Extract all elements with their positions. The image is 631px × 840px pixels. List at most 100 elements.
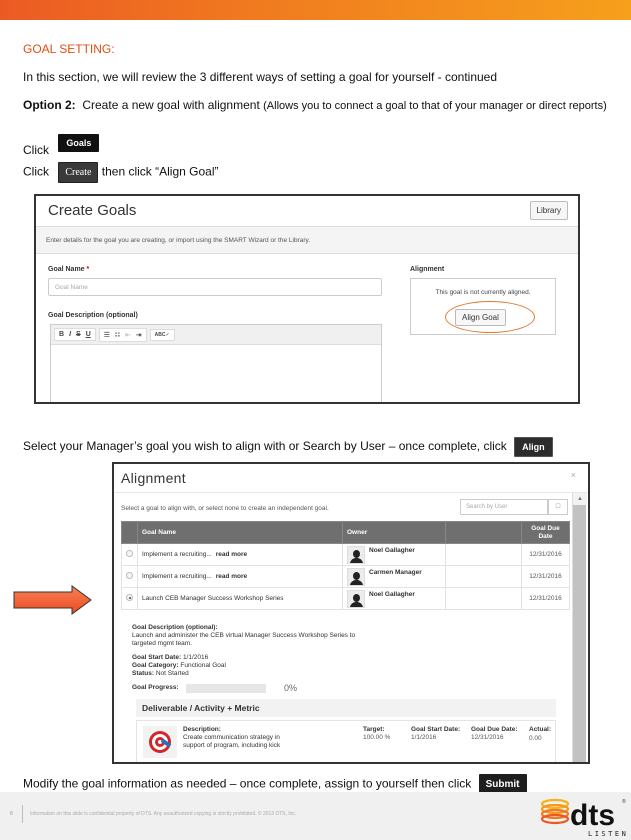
- goal-description-label: Goal Description (optional): [48, 312, 138, 319]
- option-text: Create a new goal with alignment: [82, 98, 260, 112]
- goal-name: Launch CEB Manager Success Workshop Seri…: [142, 595, 284, 602]
- select-column-header: [121, 521, 138, 544]
- list-group: ☰ ∷ ⇤ ⇥: [98, 327, 147, 342]
- highlight-oval: [445, 301, 535, 333]
- option-label: Option 2:: [23, 98, 76, 112]
- user-avatar-icon: [347, 567, 365, 586]
- step-select: Select your Manager’s goal you wish to a…: [23, 437, 553, 457]
- goal-radio[interactable]: [126, 550, 133, 557]
- alignment-modal-title: Alignment: [121, 470, 186, 486]
- strikethrough-icon[interactable]: S: [76, 331, 81, 338]
- goal-description-detail: Goal Description (optional): Launch and …: [132, 624, 356, 647]
- align-button-image: Align: [514, 437, 553, 457]
- library-button[interactable]: Library: [529, 201, 568, 220]
- alignment-label: Alignment: [410, 266, 445, 273]
- pointer-arrow-icon: [13, 585, 92, 615]
- close-icon[interactable]: ×: [571, 470, 576, 480]
- underline-icon[interactable]: U: [86, 331, 91, 338]
- spellcheck-icon[interactable]: ABC✓: [155, 332, 170, 338]
- goal-radio-selected[interactable]: [126, 594, 133, 601]
- svg-text:®: ®: [622, 798, 626, 805]
- create-button-image: Create: [58, 162, 99, 183]
- owner-name: Carmen Manager: [369, 568, 422, 576]
- intro-text: In this section, we will review the 3 di…: [23, 70, 498, 84]
- dts-logo-icon: dts ® LISTEN: [540, 798, 626, 838]
- goal-description-editor[interactable]: B I S U ☰ ∷ ⇤ ⇥ ABC✓: [50, 324, 382, 402]
- footer: 8 Information on this slide is confident…: [0, 792, 631, 840]
- goal-progress-value: 0%: [284, 683, 298, 693]
- due-date: 12/31/2016: [521, 543, 570, 566]
- table-row[interactable]: Implement a recruiting... read more Carme…: [121, 565, 570, 588]
- page-number: 8: [10, 811, 13, 817]
- create-goals-title: Create Goals: [48, 202, 137, 219]
- read-more-link[interactable]: read more: [216, 551, 247, 558]
- alignment-status: This goal is not currently aligned.: [435, 289, 531, 296]
- create-goals-info: Enter details for the goal you are creat…: [36, 226, 578, 254]
- table-row[interactable]: Implement a recruiting... read more Noel …: [121, 543, 570, 566]
- scrollbar[interactable]: ▲: [572, 493, 587, 762]
- format-group: B I S U: [54, 328, 96, 341]
- search-user-button[interactable]: □: [548, 499, 568, 515]
- logo-wordmark: dts: [570, 799, 615, 832]
- owner-name: Noel Gallagher: [369, 590, 415, 598]
- goal-progress-label: Goal Progress:: [132, 684, 179, 691]
- option-line: Option 2: Create a new goal with alignme…: [23, 98, 607, 112]
- select-text: Select your Manager’s goal you wish to a…: [23, 439, 507, 454]
- italic-icon[interactable]: I: [69, 331, 71, 338]
- alignment-box: This goal is not currently aligned. Alig…: [410, 278, 556, 335]
- target-icon: [143, 726, 177, 758]
- unordered-list-icon[interactable]: ∷: [115, 331, 120, 339]
- footer-divider: [22, 805, 23, 823]
- goals-button-image: Goals: [58, 134, 100, 152]
- step-click-goals: Click Goals: [23, 134, 100, 158]
- owner-column-header: Owner: [342, 521, 446, 544]
- table-row[interactable]: Launch CEB Manager Success Workshop Seri…: [121, 587, 570, 610]
- create-goals-screenshot: Create Goals Library Enter details for t…: [34, 194, 580, 404]
- due-date: 12/31/2016: [521, 587, 570, 610]
- blank-column-header: [445, 521, 522, 544]
- alignment-modal-screenshot: Alignment × Select a goal to align with,…: [112, 462, 590, 764]
- logo-tagline: LISTEN: [588, 830, 626, 838]
- user-avatar-icon: [347, 589, 365, 608]
- goal-progress-bar: [186, 684, 266, 693]
- alignment-hint: Select a goal to align with, or select n…: [121, 505, 329, 512]
- spellcheck-group: ABC✓: [149, 328, 175, 341]
- goal-meta-detail: Goal Start Date: 1/1/2016 Goal Category:…: [132, 654, 226, 677]
- goal-name-label: Goal Name *: [48, 266, 90, 273]
- search-by-user-input[interactable]: Search by User: [460, 499, 548, 515]
- deliverable-heading: Deliverable / Activity + Metric: [136, 699, 556, 717]
- header-gradient-bar: [0, 0, 631, 20]
- deliverable-actual: Actual: 0.00: [529, 726, 552, 742]
- confidential-notice: Information on this slide is confidentia…: [30, 811, 297, 817]
- outdent-icon[interactable]: ⇤: [125, 331, 131, 339]
- goal-name-input[interactable]: Goal Name: [48, 278, 382, 296]
- goal-name: Implement a recruiting...: [142, 573, 212, 580]
- user-search-icon: □: [555, 503, 561, 510]
- due-date: 12/31/2016: [521, 565, 570, 588]
- divider: [114, 492, 588, 493]
- goals-table: Goal Name Owner Goal Due Date Implement …: [121, 521, 570, 610]
- editor-toolbar: B I S U ☰ ∷ ⇤ ⇥ ABC✓: [51, 325, 381, 345]
- user-avatar-icon: [347, 545, 365, 564]
- then-align-text: then click “Align Goal”: [101, 164, 219, 179]
- read-more-link[interactable]: read more: [216, 573, 247, 580]
- indent-icon[interactable]: ⇥: [136, 331, 142, 339]
- goal-name: Implement a recruiting...: [142, 551, 212, 558]
- owner-name: Noel Gallagher: [369, 546, 415, 554]
- table-header-row: Goal Name Owner Goal Due Date: [121, 521, 570, 544]
- deliverable-due-date: Goal Due Date: 12/31/2016: [471, 726, 518, 741]
- ordered-list-icon[interactable]: ☰: [104, 331, 110, 339]
- step-click-create: Click Create then click “Align Goal”: [23, 162, 219, 183]
- click-word: Click: [23, 143, 49, 158]
- goal-radio[interactable]: [126, 572, 133, 579]
- goal-name-column-header: Goal Name: [137, 521, 343, 544]
- bold-icon[interactable]: B: [59, 331, 64, 338]
- scroll-up-icon[interactable]: ▲: [573, 493, 587, 505]
- deliverable-item: Description: Create communication strate…: [136, 720, 556, 762]
- deliverable-start-date: Goal Start Date: 1/1/2016: [411, 726, 461, 741]
- deliverable-target: Target: 100.00 %: [363, 726, 391, 741]
- deliverable-description: Description: Create communication strate…: [183, 726, 281, 749]
- section-title: GOAL SETTING:: [23, 42, 115, 56]
- modify-text: Modify the goal information as needed – …: [23, 776, 472, 791]
- option-note: (Allows you to connect a goal to that of…: [263, 100, 607, 112]
